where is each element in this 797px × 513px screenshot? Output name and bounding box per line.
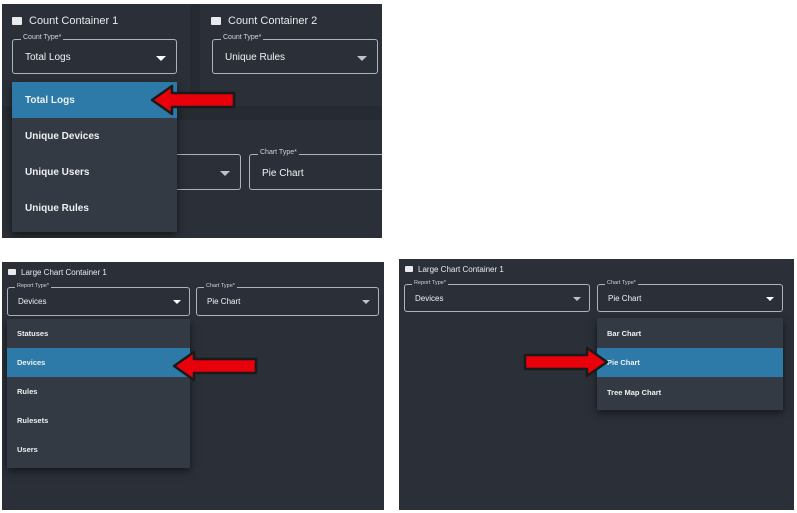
card-icon: [405, 266, 413, 272]
report-type-select[interactable]: Report Type* Devices: [404, 280, 590, 312]
report-type-value: Devices: [18, 297, 47, 306]
chart-type-value: Pie Chart: [262, 168, 304, 179]
red-arrow-pointer: [523, 346, 609, 378]
menu-item-unique-devices[interactable]: Unique Devices: [12, 118, 177, 154]
menu-item-unique-users[interactable]: Unique Users: [12, 154, 177, 190]
panel-large-chart-chart-type: Large Chart Container 1 Report Type* Dev…: [399, 259, 794, 510]
menu-item-tree-map-chart[interactable]: Tree Map Chart: [597, 377, 783, 407]
menu-item-devices[interactable]: Devices: [7, 348, 190, 377]
report-type-select[interactable]: Report Type* Devices: [7, 283, 190, 316]
caret-down-icon[interactable]: [766, 297, 774, 301]
caret-down-icon[interactable]: [156, 56, 166, 61]
red-arrow-pointer: [172, 350, 258, 382]
chart-type-value: Pie Chart: [608, 294, 642, 303]
large-chart-container-header: Large Chart Container 1: [8, 266, 107, 278]
menu-item-pie-chart[interactable]: Pie Chart: [597, 348, 783, 377]
count-type-label: Count Type*: [21, 34, 64, 41]
report-type-select[interactable]: [174, 154, 241, 190]
report-type-label: Report Type*: [412, 280, 449, 286]
card-icon: [8, 269, 16, 275]
chart-type-select[interactable]: Chart Type* Pie Chart: [196, 283, 379, 316]
chart-type-label: Chart Type*: [258, 149, 299, 156]
chart-type-select[interactable]: Chart Type* Pie Chart: [597, 280, 783, 312]
panel-count-containers: Count Container 1 Count Container 2 Coun…: [2, 4, 382, 238]
large-chart-container-title: Large Chart Container 1: [418, 264, 504, 274]
count-type-select-1[interactable]: Count Type* Total Logs: [12, 34, 177, 74]
card-icon: [12, 17, 22, 25]
card-icon: [211, 17, 221, 25]
menu-item-bar-chart[interactable]: Bar Chart: [597, 318, 783, 348]
menu-item-users[interactable]: Users: [7, 435, 190, 464]
caret-down-icon[interactable]: [220, 171, 230, 176]
chart-type-value: Pie Chart: [207, 297, 241, 306]
count-container-2-header: Count Container 2: [211, 14, 317, 28]
large-chart-container-title: Large Chart Container 1: [21, 267, 107, 277]
caret-down-icon[interactable]: [573, 297, 581, 301]
menu-item-unique-rules[interactable]: Unique Rules: [12, 190, 177, 226]
report-type-value: Devices: [415, 294, 444, 303]
count-type-value: Unique Rules: [225, 52, 286, 63]
menu-item-statuses[interactable]: Statuses: [7, 319, 190, 348]
menu-item-rules[interactable]: Rules: [7, 377, 190, 406]
count-container-1-title: Count Container 1: [29, 15, 119, 27]
caret-down-icon[interactable]: [357, 56, 367, 61]
count-type-select-2[interactable]: Count Type* Unique Rules: [212, 34, 378, 74]
chart-type-dropdown-menu: Bar Chart Pie Chart Tree Map Chart: [597, 318, 783, 410]
chart-type-label: Chart Type*: [605, 280, 638, 286]
panel-large-chart-report-type: Large Chart Container 1 Report Type* Dev…: [2, 262, 384, 510]
report-type-label: Report Type*: [15, 283, 52, 289]
red-arrow-pointer: [150, 84, 236, 116]
count-type-value: Total Logs: [25, 52, 71, 63]
large-chart-container-header: Large Chart Container 1: [405, 263, 504, 275]
count-container-2-title: Count Container 2: [228, 15, 318, 27]
menu-item-rulesets[interactable]: Rulesets: [7, 406, 190, 435]
count-type-label: Count Type*: [221, 34, 264, 41]
report-type-dropdown-menu: Statuses Devices Rules Rulesets Users: [7, 319, 190, 468]
caret-down-icon[interactable]: [173, 300, 181, 304]
chart-type-label: Chart Type*: [204, 283, 237, 289]
count-container-1-header: Count Container 1: [12, 14, 118, 28]
caret-down-icon[interactable]: [362, 300, 370, 304]
chart-type-select[interactable]: Chart Type* Pie Chart: [249, 149, 382, 190]
